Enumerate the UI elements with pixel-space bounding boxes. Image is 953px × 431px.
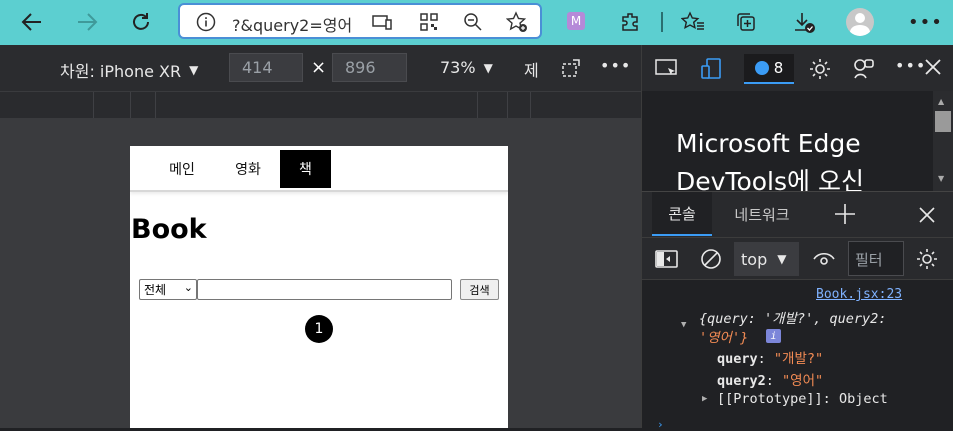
pagination-current-page[interactable]: 1 [305, 315, 333, 343]
sidebar-toggle-icon[interactable] [655, 249, 679, 273]
settings-gear-icon[interactable] [806, 57, 832, 85]
expand-prototype-icon[interactable]: ▶ [702, 394, 707, 404]
emulated-page: 메인 영화 책 Book 전체 ⌄ 검색 1 [130, 146, 508, 428]
feedback-icon[interactable] [852, 57, 876, 85]
chevron-down-icon: ▼ [777, 252, 787, 266]
media-query-ruler [0, 91, 641, 118]
dimension-separator: × [311, 57, 327, 78]
nav-tab-main[interactable]: 메인 [159, 150, 205, 188]
chevron-down-icon: ⌄ [183, 281, 193, 294]
scroll-down-icon[interactable]: ▼ [938, 174, 944, 183]
devtools-toolbar: 8 ••• [641, 45, 953, 91]
tab-console[interactable]: 콘솔 [652, 192, 712, 236]
console-settings-icon[interactable] [915, 247, 939, 275]
search-input[interactable] [197, 279, 452, 300]
width-input[interactable]: 414 [229, 53, 303, 82]
log-source-link[interactable]: Book.jsx:23 [816, 287, 902, 302]
app-nav: 메인 영화 책 [130, 146, 508, 192]
console-filter-input[interactable]: 필터 [848, 241, 904, 276]
qr-code-icon[interactable] [419, 12, 439, 36]
console-messages-tab[interactable]: 8 [744, 54, 794, 84]
downloads-icon[interactable] [792, 10, 816, 38]
device-label: 차원: iPhone XR [60, 62, 182, 81]
nav-tab-book[interactable]: 책 [280, 150, 331, 188]
welcome-panel: Microsoft Edge DevTools에 오신 [641, 91, 953, 191]
close-devtools-icon[interactable] [923, 57, 943, 81]
expand-arrow-icon[interactable]: ▼ [681, 320, 686, 330]
device-emulation-icon[interactable] [700, 57, 724, 85]
log-prop-query2: query2: "영어" [717, 373, 824, 389]
chevron-down-icon: ▼ [483, 60, 493, 75]
filter-select[interactable]: 전체 ⌄ [139, 279, 197, 300]
refresh-icon[interactable] [126, 8, 156, 36]
info-icon[interactable] [196, 12, 216, 36]
device-select[interactable]: 차원: iPhone XR ▼ [60, 58, 198, 82]
drawer-tabs: 콘솔 네트워크 [641, 191, 953, 237]
log-prop-query: query: "개발?" [717, 351, 824, 367]
close-drawer-icon[interactable] [918, 206, 936, 228]
console-toolbar: top ▼ 필터 [641, 237, 953, 280]
filter-select-value: 전체 [144, 283, 167, 297]
log-summary-line1: {query: '개발?', query2: [699, 311, 887, 327]
zoom-out-icon[interactable] [463, 12, 483, 36]
scroll-up-icon[interactable]: ▲ [938, 97, 944, 106]
message-icon [754, 61, 769, 75]
log-prop-prototype: [[Prototype]]: Object [717, 391, 888, 407]
clear-console-icon[interactable] [700, 248, 722, 274]
extension-m-icon[interactable]: M [567, 12, 585, 30]
add-tab-icon[interactable] [833, 202, 857, 230]
back-icon[interactable] [17, 8, 47, 36]
log-summary-line2: '영어'} [699, 330, 749, 346]
chevron-down-icon: ▼ [189, 63, 199, 77]
device-toolbar: 차원: iPhone XR ▼ 414 × 896 73% ▼ 제 ••• [0, 45, 641, 91]
zoom-label: 73% [440, 58, 476, 77]
search-button[interactable]: 검색 [460, 279, 499, 300]
throttle-select[interactable]: 제 [524, 57, 539, 81]
cast-icon[interactable] [372, 13, 392, 35]
scroll-thumb[interactable] [935, 111, 951, 132]
message-count: 8 [773, 59, 784, 77]
extensions-icon[interactable] [620, 11, 642, 37]
add-favorite-icon[interactable] [505, 11, 528, 37]
tab-network[interactable]: 네트워크 [722, 192, 802, 236]
welcome-scrollbar[interactable]: ▲ ▼ [933, 91, 953, 191]
console-output: Book.jsx:23 ▼ {query: '개발?', query2: '영어… [641, 280, 953, 431]
live-expression-eye-icon[interactable] [812, 251, 836, 271]
favorites-icon[interactable] [680, 11, 705, 37]
welcome-text: Microsoft Edge DevTools에 오신 [676, 129, 864, 191]
device-more-icon[interactable]: ••• [600, 56, 631, 75]
inspect-element-icon[interactable] [655, 58, 679, 84]
devtools-more-icon[interactable]: ••• [895, 56, 926, 75]
forward-icon[interactable] [72, 8, 102, 36]
height-input[interactable]: 896 [332, 53, 407, 82]
browser-toolbar: ?&query2=영어 M ••• [0, 0, 953, 45]
zoom-select[interactable]: 73% ▼ [440, 58, 493, 77]
toolbar-divider [661, 12, 663, 32]
more-menu-icon[interactable]: ••• [908, 12, 943, 33]
context-value: top [741, 249, 768, 269]
context-select[interactable]: top ▼ [734, 242, 799, 276]
console-prompt-icon[interactable]: › [657, 418, 664, 431]
nav-tab-movie[interactable]: 영화 [225, 150, 271, 188]
address-bar[interactable]: ?&query2=영어 [178, 3, 542, 39]
rotate-icon[interactable] [561, 58, 581, 82]
info-badge-icon[interactable]: i [766, 329, 781, 343]
page-title: Book [131, 214, 207, 245]
profile-avatar[interactable] [846, 8, 874, 36]
collections-icon[interactable] [735, 11, 757, 37]
url-text: ?&query2=영어 [232, 16, 353, 35]
